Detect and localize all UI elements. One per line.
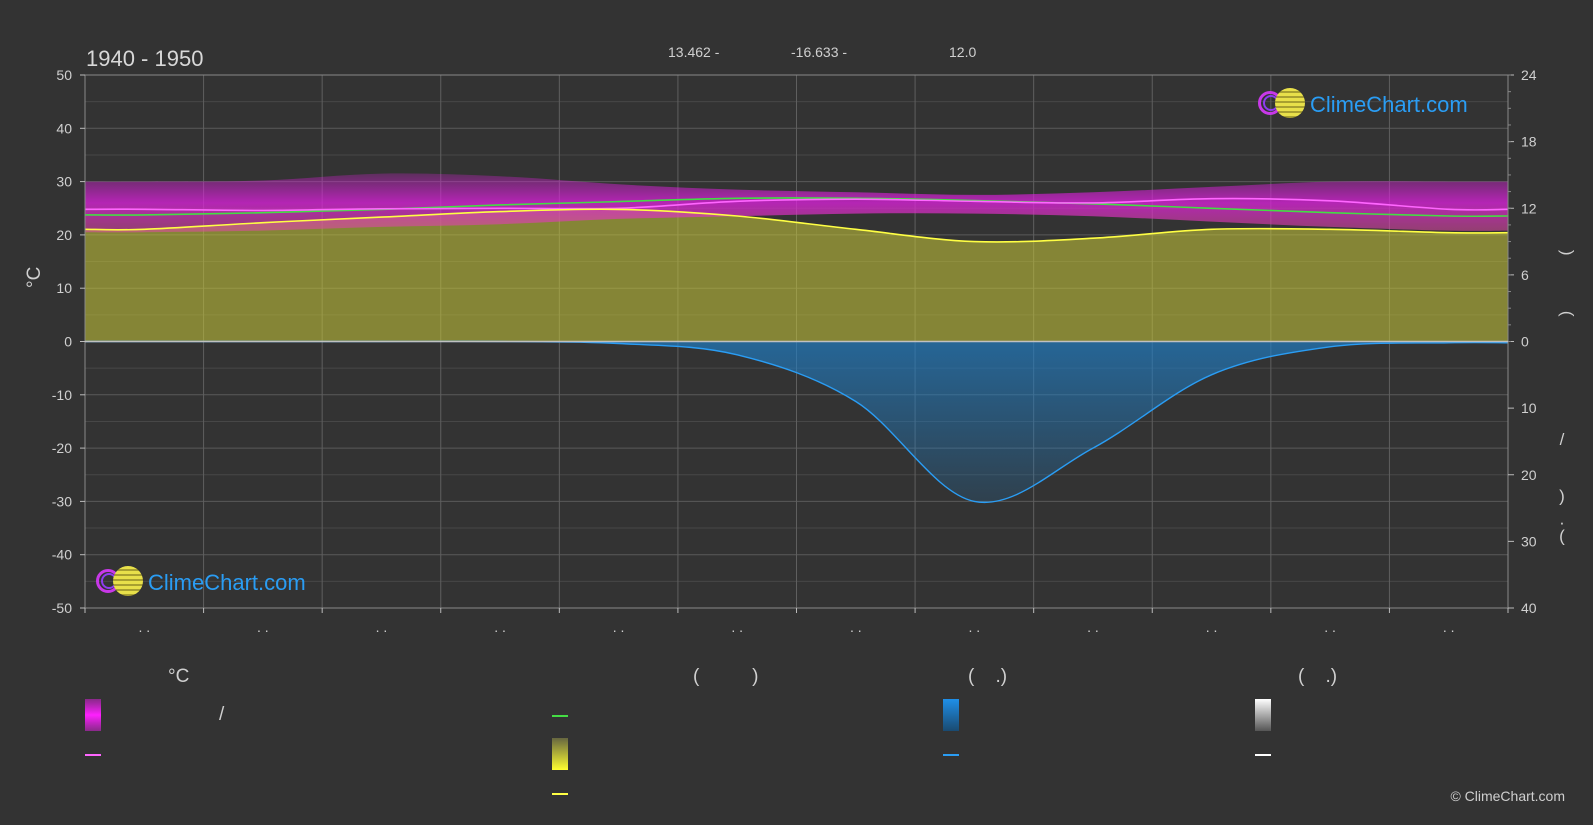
left-tick-label: 10 [56,280,72,296]
x-tick-label: . . [731,619,743,635]
legend-swatches [85,699,1271,795]
x-tick-label: . . [613,619,625,635]
header-stat-3: 12.0 [949,44,977,60]
left-tick-label: 50 [56,67,72,83]
x-tick-label: . . [257,619,269,635]
right-tick-label: 6 [1521,267,1529,283]
left-tick-label: -10 [52,387,72,403]
climate-chart: 50 40 30 20 10 0 -10 -20 -30 -40 -50 24 18 12 6 0 10 20 30… [52,67,1577,795]
period-title: 1940 - 1950 [86,46,204,71]
left-tick-label: -20 [52,440,72,456]
right-tick-label: 10 [1521,400,1537,416]
legend-header-temperature: °C [168,666,190,687]
logo-text: ClimeChart.com [1310,92,1468,117]
y-axis-left-label: °C [24,266,45,288]
x-tick-label: . . [1443,619,1455,635]
legend-header-snow: ( .) [1298,666,1338,687]
right-tick-label: 24 [1521,67,1537,83]
legend-swatch-mean-temp [85,754,101,756]
legend-swatch-max-temp [85,699,101,731]
right-tick-label: 18 [1521,134,1537,150]
legend-swatch-daylight [552,715,568,717]
legend-swatch-snow-line [1255,754,1271,756]
x-tick-label: . . [969,619,981,635]
legend-swatch-precip-line [943,754,959,756]
climechart-logo-icon [96,566,143,600]
left-tick-label: -50 [52,600,72,616]
right-tick-label: 20 [1521,467,1537,483]
legend-separator: / [219,704,225,725]
logo-top[interactable]: ClimeChart.com [1258,88,1468,122]
x-tick-label: . . [850,619,862,635]
climechart-logo-icon [1258,88,1305,122]
left-tick-label: 30 [56,174,72,190]
left-tick-label: 0 [64,334,72,350]
legend-swatch-sunshine-band [552,738,568,770]
left-tick-label: -40 [52,547,72,563]
copyright: © ClimeChart.com [1450,788,1565,804]
header-stat-1: 13.462 - [668,44,720,60]
right-bottom-axis-label: ) [1559,486,1565,505]
x-tick-label: . . [138,619,150,635]
logo-text: ClimeChart.com [148,570,306,595]
legend-header-rain: ( .) [968,666,1008,687]
legend-header-sun: ( ) [693,666,759,687]
right-tick-label: 0 [1521,334,1529,350]
x-tick-label: . . [494,619,506,635]
left-tick-label: 20 [56,227,72,243]
legend-swatch-precip-band [943,699,959,731]
x-tick-label: . . [1206,619,1218,635]
right-bottom-axis-label: ( [1559,526,1565,545]
header-stat-2: -16.633 - [791,44,848,60]
right-top-axis-label: ) [1558,250,1577,256]
x-tick-label: . . [376,619,388,635]
right-bottom-axis-label: / [1560,430,1565,449]
legend-swatch-sunshine-line [552,793,568,795]
x-tick-label: . . [1087,619,1099,635]
right-top-axis-label: ( [1558,311,1577,317]
right-tick-label: 30 [1521,533,1537,549]
right-tick-label: 40 [1521,600,1537,616]
left-tick-label: -30 [52,493,72,509]
legend-swatch-snow-band [1255,699,1271,731]
right-tick-label: 12 [1521,200,1537,216]
logo-bottom[interactable]: ClimeChart.com [96,566,306,600]
left-tick-label: 40 [56,120,72,136]
x-tick-label: . . [1324,619,1336,635]
